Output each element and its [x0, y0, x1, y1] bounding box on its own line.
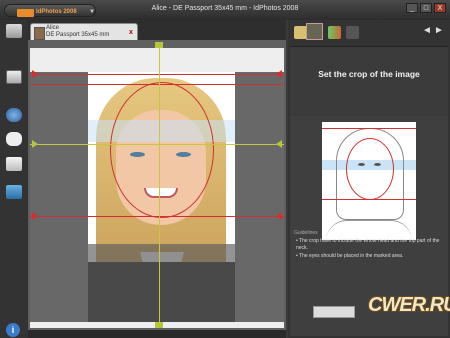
crop-canvas[interactable] [30, 42, 284, 328]
right-handle-top-icon[interactable] [276, 70, 282, 78]
left-handle-eye-icon[interactable] [32, 140, 38, 148]
top-handle-icon[interactable] [155, 42, 163, 48]
user-grey-icon[interactable] [346, 26, 359, 39]
id-cards-icon[interactable] [6, 70, 22, 84]
close-button[interactable]: X [434, 3, 446, 13]
center-line[interactable] [159, 48, 160, 328]
head-top-line[interactable] [30, 84, 284, 85]
tab-title: Alice [46, 25, 60, 31]
guideline-item: • The crop have to include the whole hea… [296, 238, 440, 251]
window-title: Alice - DE Passport 35x45 mm - IdPhotos … [151, 5, 299, 12]
bottom-handle-icon[interactable] [155, 322, 163, 328]
chat-icon[interactable] [6, 132, 22, 146]
minimize-button[interactable]: _ [406, 3, 418, 13]
document-tabs: Alice DE Passport 35x45 mm x [28, 20, 286, 40]
globe-tools-icon[interactable] [6, 108, 22, 122]
left-handle-chin-icon[interactable] [32, 212, 38, 220]
maximize-button[interactable]: □ [420, 3, 432, 13]
tab-close-button[interactable]: x [129, 29, 133, 36]
person-card-icon[interactable] [6, 24, 22, 38]
crop-guide-illustration [322, 122, 416, 240]
play-icon[interactable] [328, 26, 341, 39]
crop-line-top[interactable] [30, 74, 284, 75]
title-bar: IdPhotos 2008 ▼ Alice - DE Passport 35x4… [0, 0, 450, 20]
right-handle-eye-icon[interactable] [276, 140, 282, 148]
guidelines-list: • The crop have to include the whole hea… [296, 238, 448, 261]
workspace [28, 40, 286, 330]
head-oval-guide [110, 82, 214, 218]
left-toolbar: i [0, 20, 29, 338]
portrait-thumbnail-icon [34, 27, 45, 40]
tab-document[interactable]: Alice DE Passport 35x45 mm x [30, 23, 138, 40]
sketch-face-oval [346, 138, 394, 200]
forward-arrow-icon[interactable]: ► [434, 25, 444, 36]
status-bar [28, 330, 286, 338]
left-handle-top-icon[interactable] [32, 70, 38, 78]
watermark-text: CWER.RU [368, 294, 450, 316]
sketch-eye-left [358, 163, 365, 166]
crop-mask-left [30, 72, 88, 322]
guideline-item: • The eyes should be placed in the marke… [296, 253, 404, 259]
guidelines-label: Guidelines [294, 230, 318, 236]
sketch-eye-right [374, 163, 381, 166]
eye-line[interactable] [30, 144, 284, 145]
right-handle-chin-icon[interactable] [276, 212, 282, 220]
sketch-top-line [322, 128, 416, 129]
book-icon[interactable] [6, 185, 22, 199]
page-title: Set the crop of the image [318, 69, 420, 79]
tab-subtitle: DE Passport 35x45 mm [46, 32, 110, 38]
edit-icon[interactable] [6, 157, 22, 171]
sketch-chin-line [322, 199, 416, 200]
crop-mask-right [235, 72, 284, 322]
panel-header: Set the crop of the image [290, 46, 448, 117]
crop-mask-bottom [88, 244, 235, 322]
info-button[interactable]: i [6, 323, 20, 337]
back-arrow-icon[interactable]: ◄ [422, 25, 432, 36]
chin-line[interactable] [30, 216, 284, 217]
watermark: CWER.RU [340, 288, 450, 328]
window-controls: _ □ X [406, 3, 446, 13]
portrait-icon[interactable] [306, 23, 323, 40]
